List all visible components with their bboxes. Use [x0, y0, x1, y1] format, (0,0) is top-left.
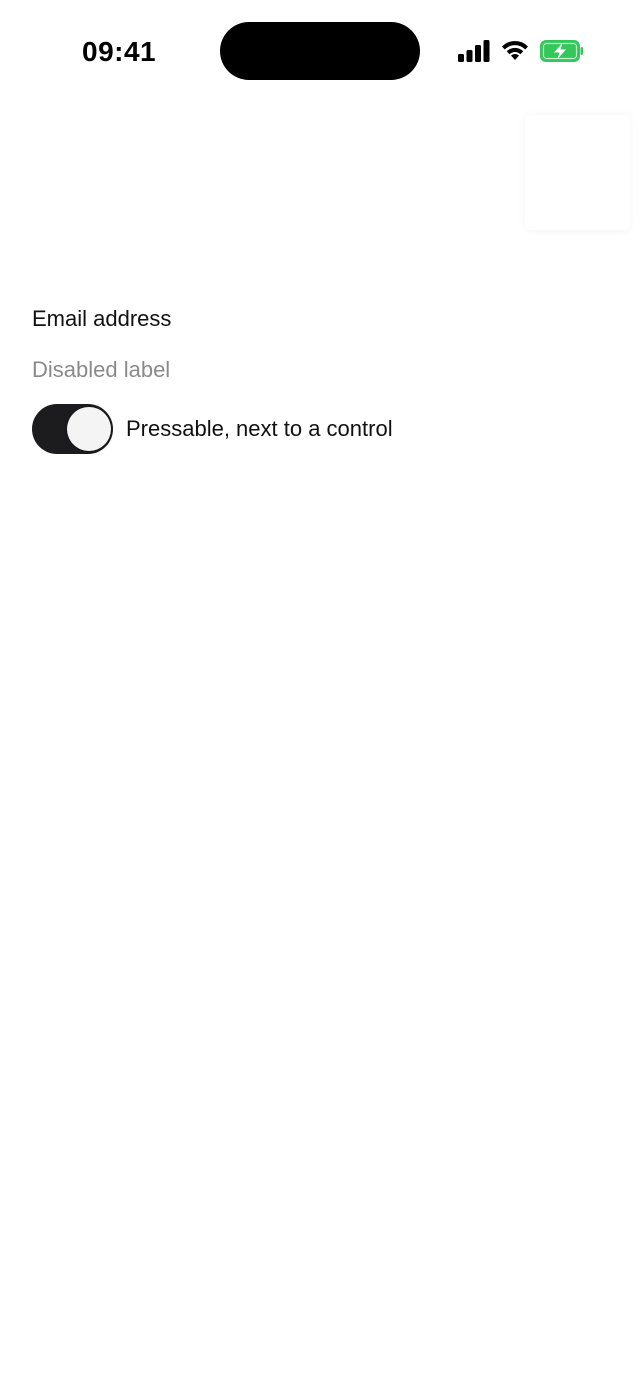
- toggle-switch[interactable]: [32, 404, 113, 454]
- status-bar: 09:41: [0, 0, 640, 100]
- wifi-icon: [502, 40, 528, 60]
- toggle-knob: [67, 407, 111, 451]
- corner-card: [525, 115, 630, 230]
- status-time: 09:41: [82, 36, 157, 67]
- signal-icon: [458, 40, 490, 62]
- email-address-label: Email address: [32, 306, 172, 331]
- dynamic-island: [220, 22, 420, 80]
- battery-charging-icon: [540, 40, 583, 62]
- toggle-label[interactable]: Pressable, next to a control: [126, 415, 393, 443]
- disabled-label: Disabled label: [32, 357, 171, 382]
- pressable-toggle-row[interactable]: Pressable, next to a control: [32, 404, 393, 454]
